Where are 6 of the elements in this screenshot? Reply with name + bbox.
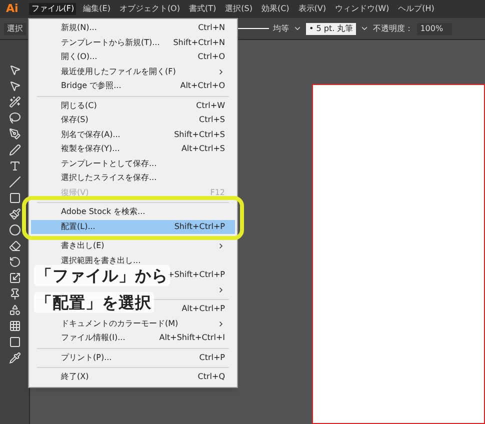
selection-label: 選択 xyxy=(4,22,26,34)
app-logo: Ai xyxy=(6,0,18,17)
annotation-overlay: 「配置」を選択 xyxy=(34,292,154,313)
annotation-overlay: 「ファイル」から xyxy=(34,265,170,286)
stroke-profile-label: 均等 xyxy=(273,22,289,34)
opacity-label: 不透明度： xyxy=(373,22,414,34)
